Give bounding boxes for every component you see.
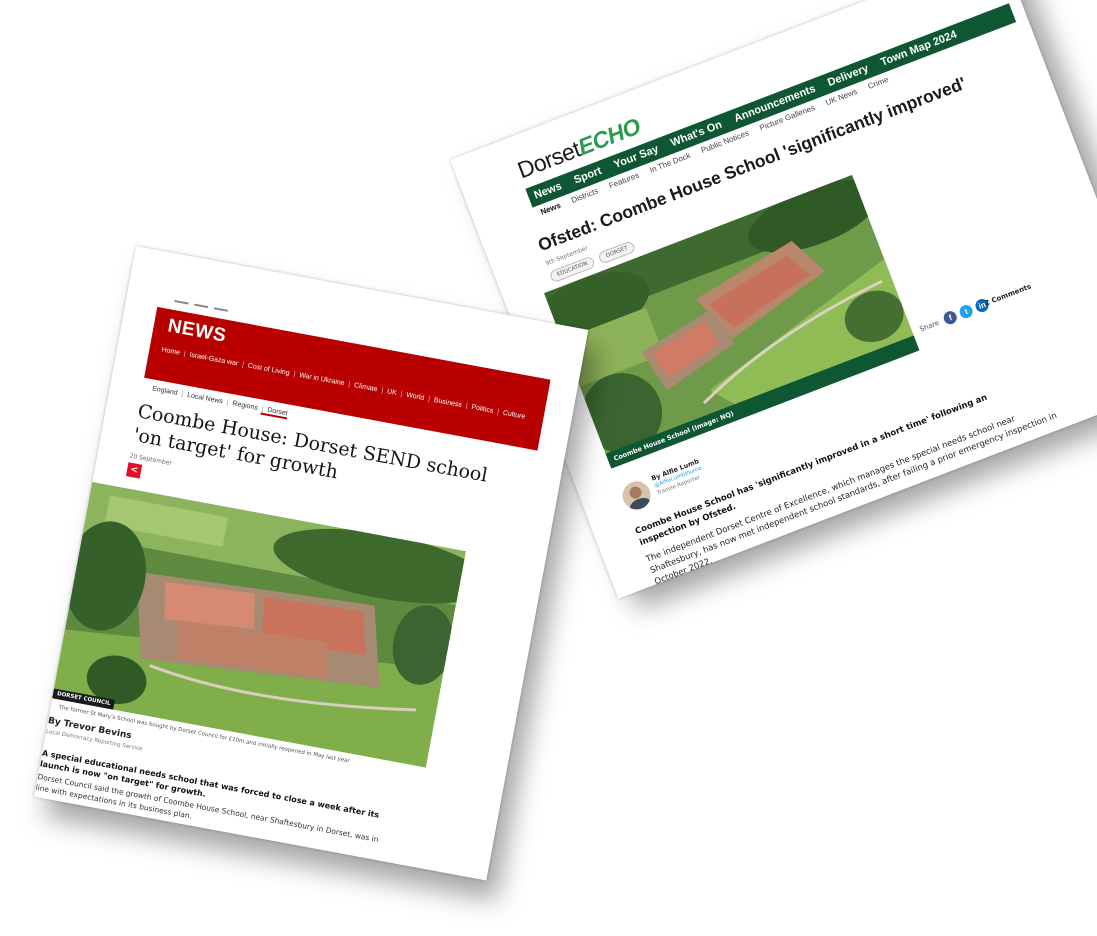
bbc-nav-item[interactable]: Home [161, 346, 181, 356]
bbc-nav-item[interactable]: Climate [348, 381, 378, 393]
loading-indicator [174, 299, 228, 312]
facebook-icon[interactable]: f [942, 309, 959, 327]
bbc-main-nav: Home Israel-Gaza war Cost of Living War … [161, 346, 526, 420]
bbc-nav-item[interactable]: Israel-Gaza war [183, 351, 239, 368]
bbc-nav-item[interactable]: World [400, 391, 425, 402]
bbc-subnav-item-dorset[interactable]: Dorset [260, 405, 289, 420]
bbc-nav-item[interactable]: Cost of Living [241, 361, 290, 377]
bbc-article-card: NEWS Home Israel-Gaza war Cost of Living… [33, 246, 589, 881]
bbc-subnav-item[interactable]: England [151, 385, 179, 399]
bbc-nav-item[interactable]: Politics [465, 403, 494, 415]
share-icon[interactable]: < [125, 462, 143, 479]
echo-nav-item[interactable]: Sport [572, 165, 603, 187]
echo-subnav-item[interactable]: News [539, 201, 564, 222]
bbc-subnav-item[interactable]: Local News [180, 391, 224, 408]
echo-comments-link[interactable]: 2 Comments [984, 282, 1033, 307]
bbc-nav-item[interactable]: Culture [497, 409, 525, 421]
bbc-nav-item[interactable]: Business [427, 396, 462, 409]
bbc-news-logo[interactable]: NEWS [166, 315, 228, 347]
echo-main-nav: News Sport Your Say What's On Announceme… [525, 3, 1017, 208]
bbc-subnav-item[interactable]: Regions [226, 399, 259, 414]
echo-share-bar: Share f t in [918, 297, 991, 335]
twitter-icon[interactable]: t [957, 303, 975, 320]
bbc-nav-item[interactable]: UK [381, 387, 397, 397]
author-avatar [618, 477, 655, 514]
echo-share-label: Share [918, 318, 941, 334]
bbc-aerial-school-photo [52, 481, 466, 768]
echo-subnav-item[interactable]: Crime [867, 75, 892, 96]
bbc-nav-item[interactable]: War in Ukraine [293, 371, 346, 387]
echo-nav-item[interactable]: News [532, 180, 563, 202]
